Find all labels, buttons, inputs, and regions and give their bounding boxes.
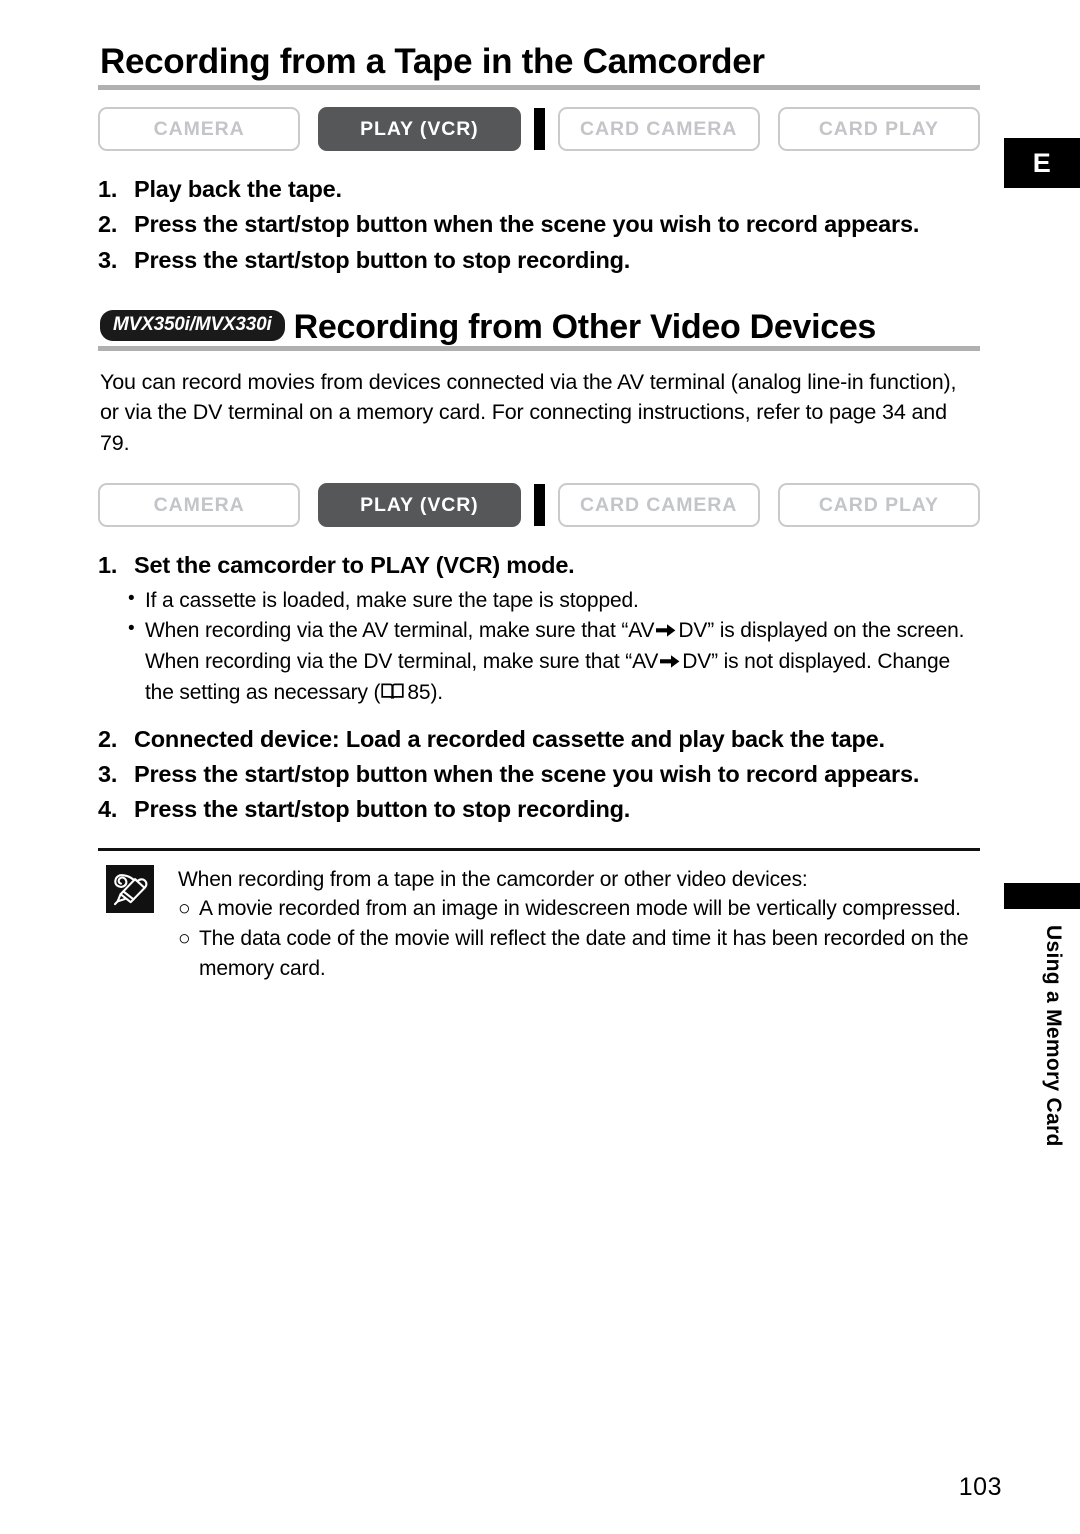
step-item: 3. Press the start/stop button to stop r…: [98, 245, 980, 276]
note-marker: ○: [178, 897, 191, 921]
step-number: 2.: [98, 211, 118, 238]
section1-heading-rule: [98, 85, 980, 90]
side-chapter-marker: [1004, 883, 1080, 909]
note-text: A movie recorded from an image in widesc…: [199, 897, 961, 921]
mode-button-card-play[interactable]: CARD PLAY: [777, 107, 980, 151]
model-badge: MVX350i/MVX330i: [100, 310, 285, 341]
note-item: ○ A movie recorded from an image in wide…: [178, 894, 980, 924]
bullet-marker: •: [128, 618, 135, 640]
step-number: 3.: [98, 246, 118, 273]
mode-button-play-vcr[interactable]: PLAY (VCR): [318, 483, 521, 528]
step-number: 1.: [98, 176, 118, 202]
bullet-text: If a cassette is loaded, make sure the t…: [145, 588, 639, 612]
notes-list: ○ A movie recorded from an image in wide…: [178, 894, 980, 983]
side-chapter-label: Using a Memory Card: [1030, 925, 1076, 1255]
arrow-right-icon: [660, 648, 680, 678]
step-number: 4.: [98, 796, 118, 823]
mode-button-camera-label: CAMERA: [153, 117, 245, 140]
mode-button-card-play[interactable]: CARD PLAY: [777, 483, 980, 528]
step-text: Press the start/stop button to stop reco…: [134, 796, 631, 823]
section2-mode-bar: CAMERA PLAY (VCR) CARD CAMERA CARD PLAY: [98, 482, 980, 528]
step-item: 2. Connected device: Load a recorded cas…: [98, 724, 980, 755]
mode-button-card-play-label: CARD PLAY: [818, 493, 939, 516]
section1-steps: 1. Play back the tape. 2. Press the star…: [98, 174, 980, 276]
bullet-item: • If a cassette is loaded, make sure the…: [98, 586, 980, 616]
bullet-marker: •: [128, 587, 135, 609]
step-number: 3.: [98, 761, 118, 788]
section2-steps-rest: 2. Connected device: Load a recorded cas…: [98, 724, 980, 826]
step-item: 2. Press the start/stop button when the …: [98, 209, 980, 240]
bullet-text: When recording via the AV terminal, make…: [145, 616, 980, 709]
section1-heading: Recording from a Tape in the Camcorder: [100, 42, 765, 81]
notes-lead: When recording from a tape in the camcor…: [178, 867, 808, 891]
step-text: Press the start/stop button when the sce…: [134, 211, 920, 238]
section1-mode-bar: CAMERA PLAY (VCR) CARD CAMERA CARD PLAY: [98, 106, 980, 152]
bullet-text-part4: ).: [430, 680, 443, 704]
step-number: 1.: [98, 552, 118, 579]
notes-block: When recording from a tape in the camcor…: [98, 864, 980, 984]
step-text: Play back the tape.: [134, 176, 342, 202]
step-text: Set the camcorder to PLAY (VCR) mode.: [134, 552, 575, 579]
side-chapter-label-text: Using a Memory Card: [1042, 925, 1065, 1147]
pencil-note-icon: [106, 864, 154, 913]
arrow-right-icon: [656, 617, 676, 647]
mode-bar-separator: [533, 108, 545, 150]
bullet-page-ref: 85: [407, 680, 431, 704]
mode-button-camera[interactable]: CAMERA: [98, 107, 301, 151]
section2-heading: Recording from Other Video Devices: [293, 307, 877, 346]
bullet-text-part1: When recording via the AV terminal, make…: [145, 619, 655, 643]
manual-page: E Using a Memory Card Recording from a T…: [0, 0, 1080, 1534]
mode-button-card-camera[interactable]: CARD CAMERA: [557, 483, 760, 528]
step-item: 1. Set the camcorder to PLAY (VCR) mode.: [98, 550, 980, 581]
section2-heading-row: MVX350i/MVX330i Recording from Other Vid…: [98, 310, 980, 344]
step-text: Press the start/stop button when the sce…: [134, 761, 920, 788]
mode-button-card-camera-label: CARD CAMERA: [580, 493, 738, 516]
step-item: 1. Play back the tape.: [98, 174, 980, 205]
step-item: 4. Press the start/stop button to stop r…: [98, 794, 980, 825]
section2-heading-rule: [98, 345, 980, 351]
mode-button-card-play-label: CARD PLAY: [818, 117, 939, 140]
note-item: ○ The data code of the movie will reflec…: [178, 924, 980, 984]
mode-button-camera-label: CAMERA: [153, 493, 245, 516]
mode-button-play-vcr[interactable]: PLAY (VCR): [318, 107, 521, 151]
notes-divider: [98, 847, 980, 851]
step-text: Connected device: Load a recorded casset…: [134, 725, 885, 752]
mode-bar-separator: [533, 484, 545, 527]
mode-button-card-camera[interactable]: CARD CAMERA: [557, 107, 760, 151]
step-item: 3. Press the start/stop button when the …: [98, 759, 980, 790]
page-number: 103: [958, 1473, 1002, 1501]
edge-tab-e: E: [1004, 138, 1080, 188]
section2-paragraph: You can record movies from devices conne…: [100, 369, 957, 455]
section2-step1: 1. Set the camcorder to PLAY (VCR) mode.: [98, 550, 980, 581]
mode-button-card-camera-label: CARD CAMERA: [580, 117, 738, 140]
notes-body: When recording from a tape in the camcor…: [178, 865, 980, 984]
step-number: 2.: [98, 725, 118, 752]
edge-tab-label: E: [1032, 147, 1052, 178]
open-book-icon: [381, 680, 405, 710]
section2-step1-bullets: • If a cassette is loaded, make sure the…: [98, 586, 980, 710]
mode-button-camera[interactable]: CAMERA: [98, 483, 301, 528]
note-text: The data code of the movie will reflect …: [199, 927, 969, 980]
step-text: Press the start/stop button to stop reco…: [134, 246, 631, 273]
mode-button-play-vcr-label: PLAY (VCR): [360, 493, 479, 516]
mode-button-play-vcr-label: PLAY (VCR): [360, 117, 479, 140]
note-marker: ○: [178, 927, 191, 951]
bullet-item: • When recording via the AV terminal, ma…: [98, 616, 980, 709]
content-column: Recording from a Tape in the Camcorder C…: [98, 44, 980, 984]
